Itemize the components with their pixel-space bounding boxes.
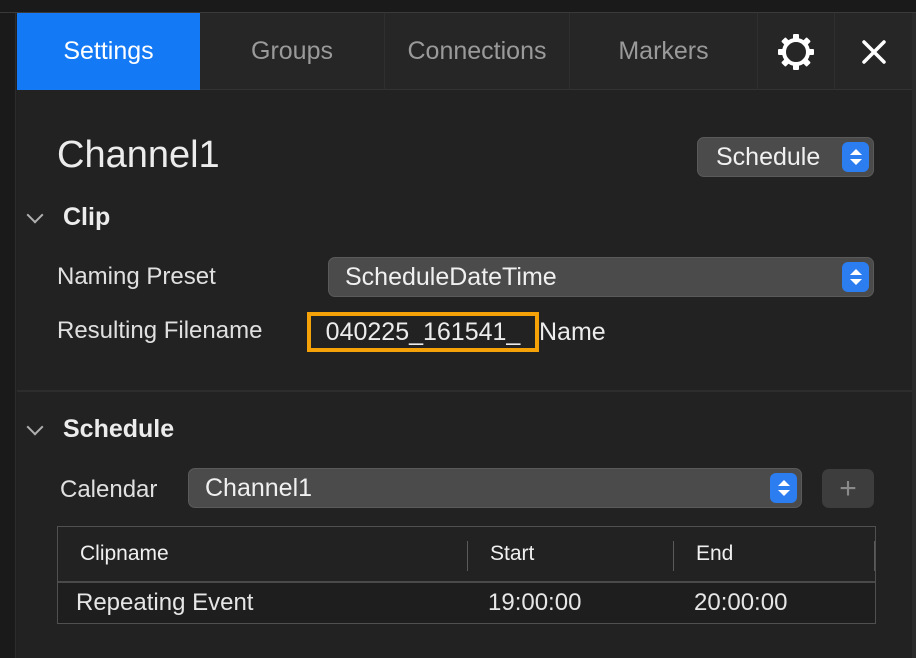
cell-clipname: Repeating Event	[76, 589, 254, 616]
tab-markers[interactable]: Markers	[570, 13, 758, 90]
schedule-table: Clipname Start End Repeating Event 19:00…	[57, 526, 876, 624]
settings-panel: Channel1 Schedule Clip Naming Preset Sch…	[17, 90, 912, 658]
tab-bar: Settings Groups Connections Markers	[17, 13, 912, 90]
calendar-select-value: Channel1	[205, 473, 313, 502]
column-header-clipname[interactable]: Clipname	[58, 527, 468, 581]
close-button[interactable]	[835, 13, 912, 90]
window-left-edge	[0, 13, 16, 658]
window-right-edge	[912, 13, 916, 658]
column-header-start[interactable]: Start	[468, 527, 674, 581]
calendar-label: Calendar	[60, 476, 158, 503]
calendar-select[interactable]: Channel1	[188, 468, 802, 508]
table-header: Clipname Start End	[58, 527, 875, 583]
settings-gear-button[interactable]	[758, 13, 835, 90]
schedule-section-title: Schedule	[63, 415, 175, 443]
tab-groups[interactable]: Groups	[200, 13, 385, 90]
clip-section-toggle[interactable]: Clip	[26, 203, 111, 232]
schedule-section-toggle[interactable]: Schedule	[26, 415, 175, 444]
cell-end: 20:00:00	[694, 589, 788, 616]
mode-select[interactable]: Schedule	[697, 137, 874, 177]
tab-settings[interactable]: Settings	[17, 13, 200, 90]
naming-preset-label: Naming Preset	[57, 263, 216, 290]
naming-preset-value: ScheduleDateTime	[345, 262, 557, 291]
gear-icon	[778, 33, 814, 70]
chevron-updown-icon	[842, 142, 869, 172]
chevron-down-icon	[26, 418, 44, 435]
resulting-filename-label: Resulting Filename	[57, 317, 263, 344]
clip-section-title: Clip	[63, 203, 111, 231]
filename-suffix: Name	[539, 317, 606, 346]
filename-highlight: 040225_161541_	[307, 312, 539, 352]
window-top-edge	[0, 0, 916, 13]
plus-icon: +	[839, 471, 857, 505]
naming-preset-select[interactable]: ScheduleDateTime	[328, 257, 874, 297]
table-row[interactable]: Repeating Event 19:00:00 20:00:00	[58, 583, 875, 623]
column-header-end[interactable]: End	[674, 527, 875, 581]
add-calendar-button[interactable]: +	[822, 469, 874, 508]
window: Settings Groups Connections Markers Chan…	[0, 0, 916, 658]
section-divider	[17, 390, 912, 392]
chevron-updown-icon	[842, 262, 869, 292]
channel-title: Channel1	[57, 134, 220, 176]
cell-start: 19:00:00	[488, 589, 582, 616]
chevron-down-icon	[26, 206, 44, 223]
mode-select-value: Schedule	[716, 142, 821, 171]
chevron-updown-icon	[770, 473, 797, 503]
close-icon	[861, 39, 886, 64]
resulting-filename: 040225_161541_ Name	[307, 312, 606, 352]
tab-connections[interactable]: Connections	[385, 13, 570, 90]
